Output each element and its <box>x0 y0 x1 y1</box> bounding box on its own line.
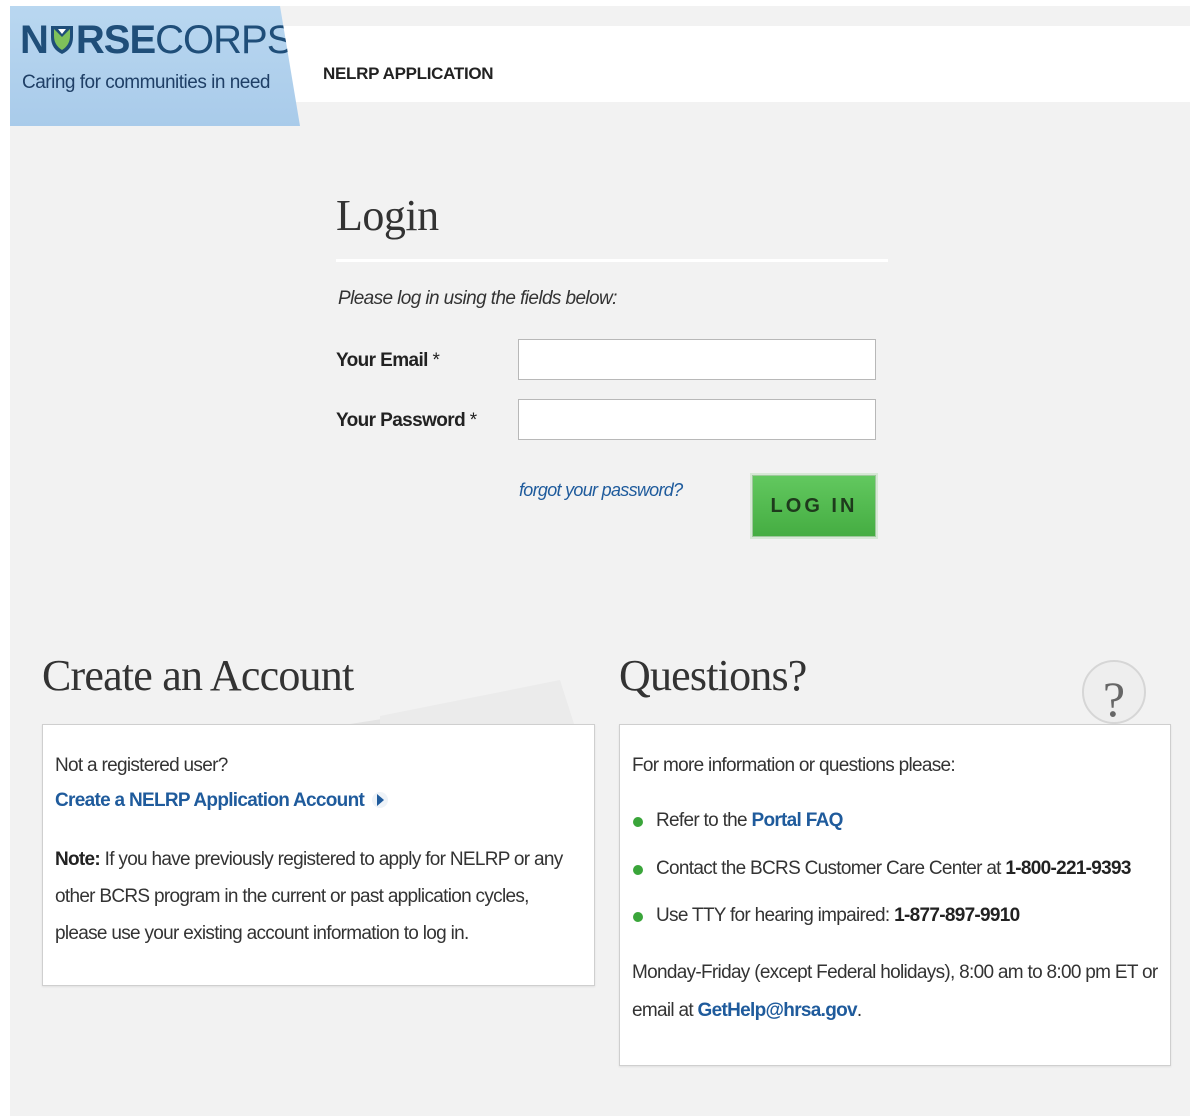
logo-tagline: Caring for communities in need <box>22 72 270 93</box>
forgot-password-link[interactable]: forgot your password? <box>519 480 683 501</box>
email-suffix: . <box>856 1000 862 1021</box>
email-prefix: email at <box>632 1000 694 1021</box>
login-divider <box>336 259 888 262</box>
email-label: Your Email * <box>336 350 440 372</box>
app-title: NELRP APPLICATION <box>323 64 494 83</box>
question-mark-icon: ? <box>1082 660 1146 726</box>
customer-care-text: Contact the BCRS Customer Care Center at <box>656 858 1001 879</box>
tty-text: Use TTY for hearing impaired: <box>656 905 890 926</box>
email-line: email at GetHelp@hrsa.gov. <box>632 1000 862 1022</box>
customer-care-item: Contact the BCRS Customer Care Center at… <box>656 858 1131 880</box>
portal-faq-link[interactable]: Portal FAQ <box>751 810 843 831</box>
note-text: If you have previously registered to app… <box>55 849 563 944</box>
page-background: NELRP APPLICATION N RSECORPS Caring for c… <box>10 6 1190 1116</box>
nurse-corps-logo[interactable]: N RSECORPS Caring for communities in need <box>10 6 300 126</box>
login-button[interactable]: LOG IN <box>750 473 878 539</box>
arrow-right-icon <box>372 792 389 808</box>
support-hours: Monday-Friday (except Federal holidays),… <box>632 962 1158 983</box>
faq-text: Refer to the <box>656 810 748 831</box>
not-registered-text: Not a registered user? <box>55 755 228 776</box>
faq-item: Refer to the Portal FAQ <box>656 810 843 832</box>
login-heading: Login <box>336 191 439 240</box>
login-instructions: Please log in using the fields below: <box>338 288 617 309</box>
create-account-heading: Create an Account <box>42 651 354 700</box>
email-label-text: Your Email <box>336 350 428 371</box>
logo-wordmark: N RSECORPS <box>20 18 293 62</box>
password-label-text: Your Password <box>336 410 466 431</box>
bullet-icon <box>633 817 643 827</box>
tty-phone: 1-877-897-9910 <box>894 905 1020 926</box>
questions-heading: Questions? <box>619 651 807 700</box>
questions-intro: For more information or questions please… <box>632 755 956 776</box>
svg-text:?: ? <box>1103 671 1125 726</box>
shield-icon <box>50 26 73 54</box>
password-label: Your Password * <box>336 410 477 432</box>
gethelp-email-link[interactable]: GetHelp@hrsa.gov <box>698 1000 858 1021</box>
email-input[interactable] <box>518 339 876 380</box>
create-account-link-label: Create a NELRP Application Account <box>55 790 365 811</box>
password-input[interactable] <box>518 399 876 440</box>
logo-letters-rse: RSE <box>75 18 156 62</box>
questions-panel: For more information or questions please… <box>619 724 1171 1066</box>
bullet-icon <box>633 865 643 875</box>
required-mark: * <box>432 350 440 371</box>
logo-letters-corps: CORPS <box>155 18 293 62</box>
paper-stack-icon <box>350 680 576 730</box>
bullet-icon <box>633 912 643 922</box>
account-note: Note: If you have previously registered … <box>55 841 575 952</box>
note-label: Note: <box>55 849 101 870</box>
create-account-link[interactable]: Create a NELRP Application Account <box>55 790 389 812</box>
customer-care-phone: 1-800-221-9393 <box>1005 858 1131 879</box>
logo-letter-n: N <box>20 18 49 62</box>
create-account-panel: Not a registered user? Create a NELRP Ap… <box>42 724 595 986</box>
tty-item: Use TTY for hearing impaired: 1-877-897-… <box>656 905 1020 927</box>
required-mark: * <box>469 410 477 431</box>
